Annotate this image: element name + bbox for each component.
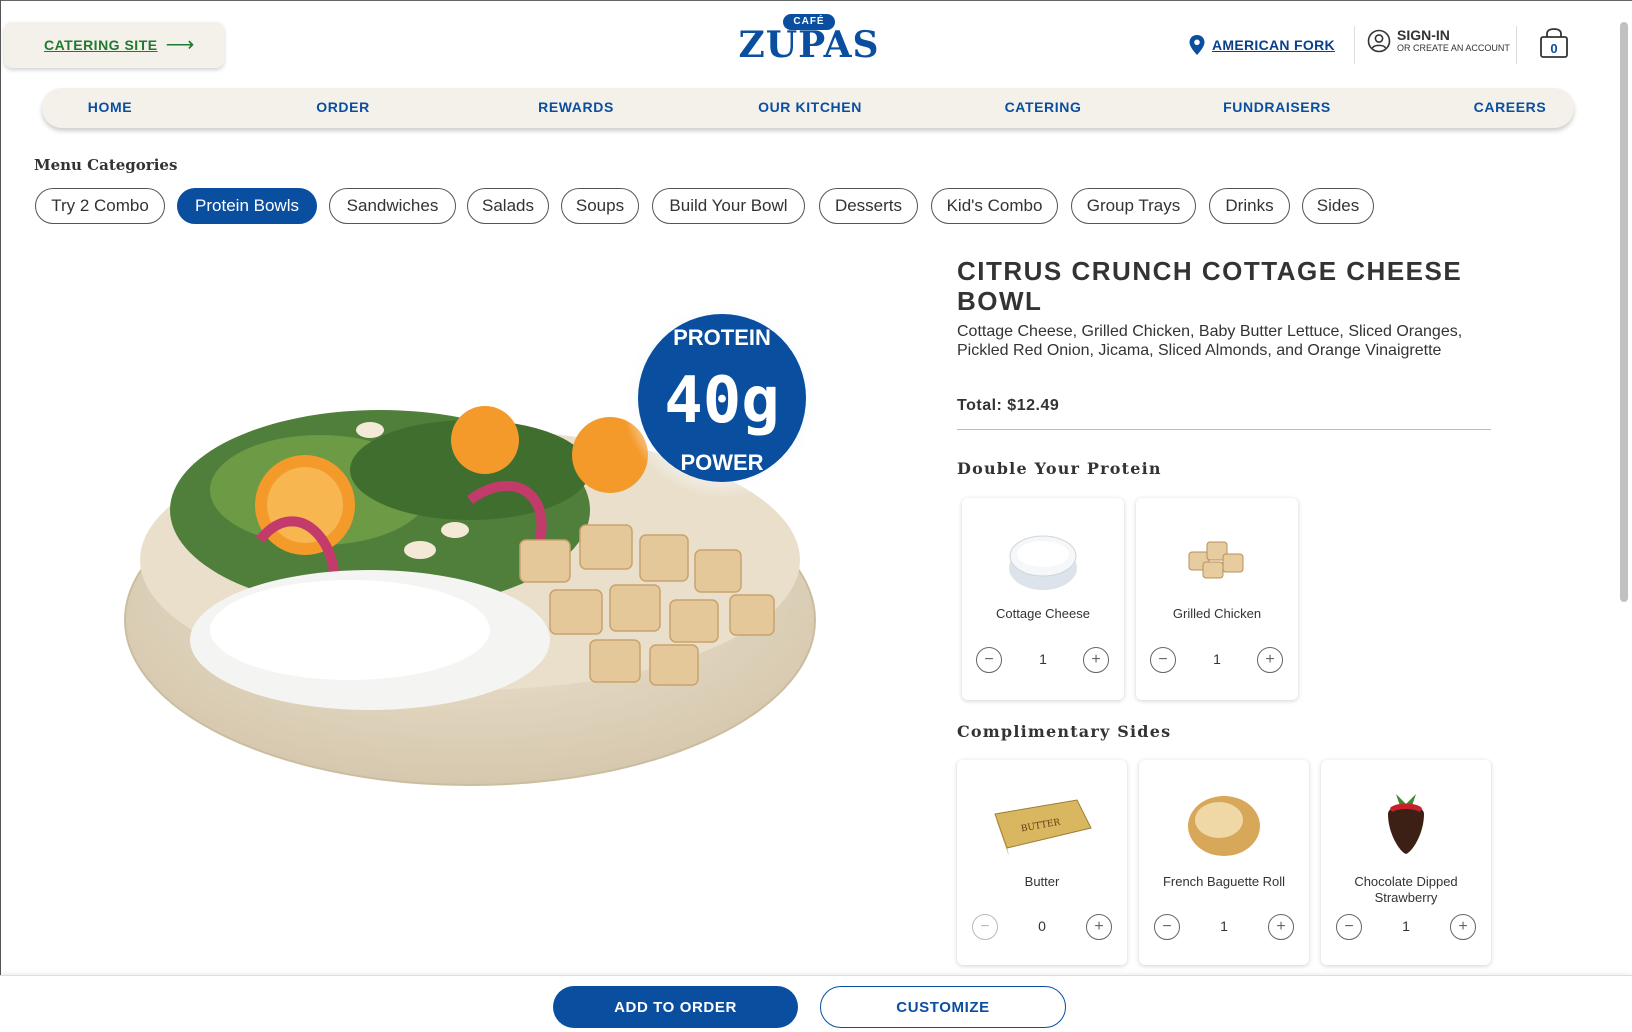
protein-card-grilled-chicken: Grilled Chicken − 1 + <box>1136 498 1298 700</box>
nav-order[interactable]: ORDER <box>316 99 370 115</box>
product-description: Cottage Cheese, Grilled Chicken, Baby Bu… <box>957 323 1463 359</box>
protein-item-name: Grilled Chicken <box>1172 606 1262 621</box>
side-item-name: Chocolate Dipped Strawberry <box>1354 874 1458 905</box>
increment-button[interactable]: + <box>1083 647 1109 673</box>
arrow-right-icon: ⟶ <box>165 34 195 56</box>
category-kids-combo[interactable]: Kid's Combo <box>931 188 1058 224</box>
quantity-stepper: − 0 + <box>957 914 1127 940</box>
protein-card-cottage-cheese: Cottage Cheese − 1 + <box>962 498 1124 700</box>
nav-careers[interactable]: CAREERS <box>1474 99 1547 115</box>
side-card-french-baguette-roll: French Baguette Roll − 1 + <box>1139 760 1309 965</box>
product-title: CITRUS CRUNCH COTTAGE CHEESE BOWL <box>957 256 1463 316</box>
logo-name: ZUPAS <box>738 24 880 66</box>
badge-protein-text: PROTEIN <box>673 325 771 350</box>
butter-thumb: BUTTER <box>994 799 1092 856</box>
category-desserts[interactable]: Desserts <box>819 188 918 224</box>
zupas-logo[interactable]: CAFÉ ZUPAS <box>738 14 880 66</box>
quantity-stepper: − 1 + <box>1321 914 1491 940</box>
product-image: PROTEIN 40g POWER <box>124 310 822 786</box>
window-top-border <box>0 0 1632 1</box>
category-soups[interactable]: Soups <box>561 188 639 224</box>
complimentary-sides-heading: Complimentary Sides <box>957 722 1172 741</box>
category-protein-bowls[interactable]: Protein Bowls <box>177 188 317 224</box>
side-item-name: French Baguette Roll <box>1162 874 1286 889</box>
quantity-stepper: − 1 + <box>962 647 1124 673</box>
side-item-name: Butter <box>1024 874 1060 889</box>
side-card-butter: BUTTER Butter − 0 + <box>957 760 1127 965</box>
side-card-chocolate-dipped-strawberry: Chocolate Dipped Strawberry − 1 + <box>1321 760 1491 965</box>
section-divider <box>957 429 1491 430</box>
baguette-roll-thumb <box>1188 796 1260 856</box>
header-divider <box>1516 26 1517 64</box>
location-pin-icon <box>1189 35 1205 55</box>
scrollbar-thumb[interactable] <box>1620 22 1628 602</box>
double-protein-heading: Double Your Protein <box>957 459 1162 478</box>
category-group-trays[interactable]: Group Trays <box>1071 188 1196 224</box>
signin-sub-label: OR CREATE AN ACCOUNT <box>1397 43 1510 53</box>
grilled-chicken-thumb <box>1188 541 1244 579</box>
increment-button[interactable]: + <box>1450 914 1476 940</box>
add-to-order-button[interactable]: ADD TO ORDER <box>553 986 798 1028</box>
nav-fundraisers[interactable]: FUNDRAISERS <box>1223 99 1331 115</box>
quantity-stepper: − 1 + <box>1136 647 1298 673</box>
increment-button[interactable]: + <box>1257 647 1283 673</box>
category-build-your-bowl[interactable]: Build Your Bowl <box>652 188 805 224</box>
badge-value-text: 40g <box>664 364 780 438</box>
location-name: AMERICAN FORK <box>1212 37 1335 53</box>
category-drinks[interactable]: Drinks <box>1209 188 1290 224</box>
signin-link[interactable]: SIGN-IN OR CREATE AN ACCOUNT <box>1367 28 1510 54</box>
product-total: Total: $12.49 <box>957 397 1060 414</box>
signin-label: SIGN-IN <box>1397 27 1450 43</box>
user-icon <box>1367 29 1391 53</box>
category-sandwiches[interactable]: Sandwiches <box>329 188 456 224</box>
bottom-action-bar: ADD TO ORDER CUSTOMIZE <box>0 975 1632 1032</box>
cart-count: 0 <box>1550 41 1557 56</box>
window-left-border <box>0 0 1 1032</box>
category-sides[interactable]: Sides <box>1302 188 1374 224</box>
quantity-stepper: − 1 + <box>1139 914 1309 940</box>
badge-power-text: POWER <box>680 450 763 475</box>
location-selector[interactable]: AMERICAN FORK <box>1188 34 1335 56</box>
menu-categories-label: Menu Categories <box>34 156 178 174</box>
catering-site-label: CATERING SITE <box>44 37 158 53</box>
nav-catering[interactable]: CATERING <box>1005 99 1082 115</box>
increment-button[interactable]: + <box>1086 914 1112 940</box>
header-divider <box>1354 26 1355 64</box>
main-nav: HOME ORDER REWARDS OUR KITCHEN CATERING … <box>42 88 1574 128</box>
nav-our-kitchen[interactable]: OUR KITCHEN <box>758 99 862 115</box>
category-try-2-combo[interactable]: Try 2 Combo <box>35 188 165 224</box>
protein-item-name: Cottage Cheese <box>996 606 1090 621</box>
shopping-bag-icon[interactable]: 0 <box>1538 27 1570 59</box>
nav-rewards[interactable]: REWARDS <box>538 99 614 115</box>
category-salads[interactable]: Salads <box>467 188 549 224</box>
increment-button[interactable]: + <box>1268 914 1294 940</box>
customize-button[interactable]: CUSTOMIZE <box>820 986 1066 1028</box>
strawberry-thumb <box>1388 794 1424 854</box>
nav-home[interactable]: HOME <box>88 99 132 115</box>
cottage-cheese-thumb <box>1009 535 1077 590</box>
catering-site-link[interactable]: CATERING SITE ⟶ <box>4 22 224 68</box>
